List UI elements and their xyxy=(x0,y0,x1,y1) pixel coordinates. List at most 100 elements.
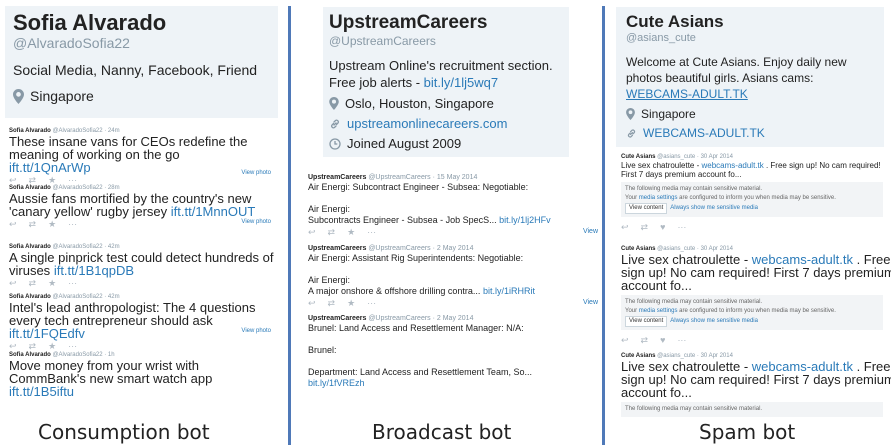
caption-consumption-bot: Consumption bot xyxy=(38,420,210,444)
favorite-icon[interactable]: ★ xyxy=(48,341,56,351)
sensitive-media-notice: The following media may contain sensitiv… xyxy=(621,295,883,330)
website-link[interactable]: upstreamonlinecareers.com xyxy=(347,116,507,131)
media-settings-link[interactable]: media settings xyxy=(639,308,678,314)
more-icon[interactable]: ··· xyxy=(367,298,376,308)
tweet-actions: ↩ ⇄ ★ ··· xyxy=(9,278,279,288)
tweet-body: Air Energi: Subcontract Engineer - Subse… xyxy=(308,182,529,225)
tweet-item[interactable]: Sofia Alvarado @AlvaradoSofia22 · 42m A … xyxy=(9,243,279,293)
more-icon[interactable]: ··· xyxy=(677,335,686,345)
bio-link[interactable]: bit.ly/1lj5wq7 xyxy=(424,75,498,90)
reply-icon[interactable]: ↩ xyxy=(9,341,17,351)
tweet-author[interactable]: UpstreamCareers xyxy=(308,245,366,252)
retweet-icon[interactable]: ⇄ xyxy=(641,222,649,232)
tweet-header: Cute Asians @asians_cute · 30 Apr 2014 xyxy=(621,153,891,161)
view-photo-link[interactable]: View xyxy=(583,299,598,306)
profile-handle[interactable]: @UpstreamCareers xyxy=(329,34,569,48)
always-show-sensitive-link[interactable]: Always show me sensitive media xyxy=(670,318,758,324)
favorite-icon[interactable]: ★ xyxy=(347,227,355,237)
profile-location: Oslo, Houston, Singapore xyxy=(329,96,569,111)
profile-name[interactable]: UpstreamCareers xyxy=(329,12,569,34)
reply-icon[interactable]: ↩ xyxy=(308,298,316,308)
tweet-link[interactable]: ift.tt/1QnArWp xyxy=(9,160,91,175)
retweet-icon[interactable]: ⇄ xyxy=(328,298,336,308)
always-show-sensitive-link[interactable]: Always show me sensitive media xyxy=(670,205,758,211)
favorite-icon[interactable]: ★ xyxy=(48,219,56,229)
retweet-icon[interactable]: ⇄ xyxy=(29,219,37,229)
more-icon[interactable]: ··· xyxy=(68,341,77,351)
profile-website: upstreamonlinecareers.com xyxy=(329,116,569,131)
website-link[interactable]: WEBCAMS-ADULT.TK xyxy=(643,126,765,140)
tweet-item[interactable]: Sofia Alvarado @AlvaradoSofia22 · 28m Au… xyxy=(9,184,279,243)
reply-icon[interactable]: ↩ xyxy=(621,222,629,232)
view-content-button[interactable]: View content xyxy=(625,316,668,327)
tweet-item[interactable]: Sofia Alvarado @AlvaradoSofia22 · 24m Th… xyxy=(9,127,279,185)
tweet-author[interactable]: Cute Asians xyxy=(621,154,655,160)
profile-name[interactable]: Cute Asians xyxy=(626,12,884,32)
view-content-button[interactable]: View content xyxy=(625,203,668,214)
view-photo-link[interactable]: View xyxy=(583,228,598,235)
tweet-header: UpstreamCareers @UpstreamCareers · 2 May… xyxy=(308,315,598,323)
tweet-author[interactable]: UpstreamCareers xyxy=(308,315,366,322)
more-icon[interactable]: ··· xyxy=(677,222,686,232)
favorite-heart-icon[interactable]: ♥ xyxy=(660,222,665,232)
tweet-actions: ↩ ⇄ ♥ ··· xyxy=(621,335,891,345)
tweet-item[interactable]: UpstreamCareers @UpstreamCareers · 2 May… xyxy=(308,245,598,315)
tweet-text: Live sex chatroulette - webcams-adult.tk… xyxy=(621,253,891,292)
tweet-link[interactable]: ift.tt/1B5iftu xyxy=(9,384,74,399)
tweet-link[interactable]: bit.ly/1fVREzh xyxy=(308,378,365,388)
tweet-link[interactable]: ift.tt/1MnnOUT xyxy=(171,204,256,219)
bio-link[interactable]: WEBCAMS-ADULT.TK xyxy=(626,87,748,101)
view-photo-link[interactable]: View photo xyxy=(241,219,271,225)
view-photo-link[interactable]: View photo xyxy=(241,328,271,334)
more-icon[interactable]: ··· xyxy=(68,278,77,288)
caption-spam-bot: Spam bot xyxy=(699,420,796,444)
tweet-item[interactable]: Sofia Alvarado @AlvaradoSofia22 · 42m In… xyxy=(9,293,279,351)
reply-icon[interactable]: ↩ xyxy=(308,227,316,237)
more-icon[interactable]: ··· xyxy=(68,219,77,229)
profile-name[interactable]: Sofia Alvarado xyxy=(13,11,278,35)
location-text: Oslo, Houston, Singapore xyxy=(345,96,494,111)
retweet-icon[interactable]: ⇄ xyxy=(641,335,649,345)
tweet-item[interactable]: Cute Asians @asians_cute · 30 Apr 2014 L… xyxy=(621,153,891,245)
view-photo-link[interactable]: View photo xyxy=(241,170,271,176)
retweet-icon[interactable]: ⇄ xyxy=(328,227,336,237)
reply-icon[interactable]: ↩ xyxy=(9,219,17,229)
link-icon xyxy=(627,128,636,138)
profile-handle[interactable]: @AlvaradoSofia22 xyxy=(13,35,278,52)
tweet-link[interactable]: ift.tt/1FQEdfv xyxy=(9,326,85,341)
tweet-body: Move money from your wrist with CommBank… xyxy=(9,358,213,386)
favorite-icon[interactable]: ★ xyxy=(347,298,355,308)
media-settings-link[interactable]: media settings xyxy=(639,195,678,201)
reply-icon[interactable]: ↩ xyxy=(621,335,629,345)
tweet-link[interactable]: webcams-adult.tk xyxy=(701,161,763,170)
reply-icon[interactable]: ↩ xyxy=(9,278,17,288)
tweet-body: These insane vans for CEOs redefine the … xyxy=(9,134,248,162)
caption-broadcast-bot: Broadcast bot xyxy=(372,420,512,444)
tweet-item[interactable]: Cute Asians @asians_cute · 30 Apr 2014 L… xyxy=(621,245,891,352)
bio-text: Welcome at Cute Asians. Enjoy daily new … xyxy=(626,55,847,85)
tweet-item[interactable]: UpstreamCareers @UpstreamCareers · 2 May… xyxy=(308,315,598,395)
tweet-header: UpstreamCareers @UpstreamCareers · 2 May… xyxy=(308,245,598,253)
location-pin-icon xyxy=(329,97,339,110)
favorite-icon[interactable]: ★ xyxy=(48,278,56,288)
tweet-text: Live sex chatroulette - webcams-adult.tk… xyxy=(621,161,891,179)
tweet-item[interactable]: UpstreamCareers @UpstreamCareers · 15 Ma… xyxy=(308,174,598,245)
retweet-icon[interactable]: ⇄ xyxy=(29,341,37,351)
more-icon[interactable]: ··· xyxy=(367,227,376,237)
profile-bio: Social Media, Nanny, Facebook, Friend xyxy=(13,62,258,78)
profile-card: Sofia Alvarado @AlvaradoSofia22 Social M… xyxy=(5,6,278,118)
sensitive-text-b: are configured to inform you when media … xyxy=(677,195,836,201)
profile-handle[interactable]: @asians_cute xyxy=(626,32,884,45)
tweet-link[interactable]: ift.tt/1B1qpDB xyxy=(54,263,134,278)
profile-card: Cute Asians @asians_cute Welcome at Cute… xyxy=(616,7,884,147)
tweet-link[interactable]: bit.ly/1iRHRit xyxy=(483,286,535,296)
favorite-heart-icon[interactable]: ♥ xyxy=(660,335,665,345)
tweet-item[interactable]: Sofia Alvarado @AlvaradoSofia22 · 1h Mov… xyxy=(9,351,279,401)
retweet-icon[interactable]: ⇄ xyxy=(29,278,37,288)
tweet-link[interactable]: bit.ly/1lj2HFv xyxy=(499,215,551,225)
sensitive-media-notice: The following media may contain sensitiv… xyxy=(621,402,883,417)
tweet-header: UpstreamCareers @UpstreamCareers · 15 Ma… xyxy=(308,174,598,182)
tweet-author[interactable]: UpstreamCareers xyxy=(308,174,366,181)
tweet-meta: @UpstreamCareers · 2 May 2014 xyxy=(368,315,474,322)
sensitive-text-b: are configured to inform you when media … xyxy=(677,308,836,314)
